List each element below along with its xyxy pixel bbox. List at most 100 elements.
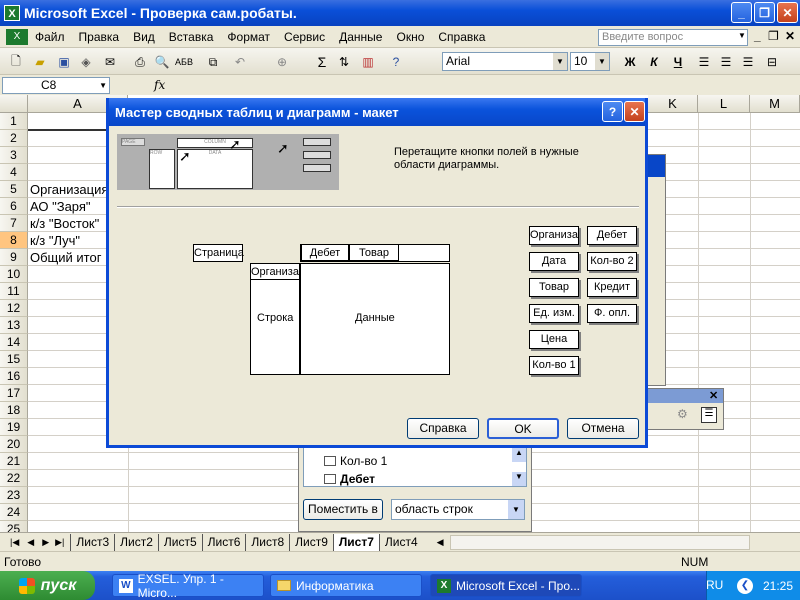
horizontal-scrollbar[interactable]	[449, 534, 750, 550]
data-drop-area[interactable]: Данные	[300, 263, 450, 375]
field-button-date[interactable]: Дата	[529, 252, 579, 271]
print-preview-icon[interactable]: 🔍	[152, 52, 172, 72]
field-list-icon[interactable]: ☰	[701, 407, 717, 423]
align-right-icon[interactable]: ☰	[738, 52, 758, 72]
corner-select-all[interactable]	[0, 95, 28, 113]
first-sheet-icon[interactable]: |◀	[10, 537, 19, 548]
cell-a7[interactable]: к/з "Восток"	[30, 215, 99, 232]
ok-button[interactable]: OK	[487, 418, 559, 439]
sheet-tab[interactable]: Лист7	[332, 533, 379, 551]
cell-a5[interactable]: Организация	[30, 181, 108, 198]
spelling-icon[interactable]: АБВ	[174, 52, 194, 72]
taskbar-item-active[interactable]: X Microsoft Excel - Про...	[430, 574, 582, 597]
chevron-left-icon[interactable]: ❮	[737, 577, 753, 594]
field-button-debit[interactable]: Дебет	[587, 226, 637, 245]
italic-button[interactable]: К	[644, 52, 664, 72]
excel-title-bar[interactable]: X Microsoft Excel - Проверка сам.робаты.	[0, 0, 800, 26]
dialog-title-bar[interactable]: Мастер сводных таблиц и диаграмм - макет	[109, 98, 645, 126]
taskbar-item[interactable]: Информатика	[270, 574, 422, 597]
field-button-payment-form[interactable]: Ф. опл.	[587, 304, 637, 323]
row-header[interactable]: 20	[0, 436, 28, 453]
row-header[interactable]: 8	[0, 232, 28, 249]
row-header[interactable]: 14	[0, 334, 28, 351]
row-header[interactable]: 7	[0, 215, 28, 232]
row-header[interactable]: 6	[0, 198, 28, 215]
menu-window[interactable]: Окно	[389, 30, 431, 44]
row-header[interactable]: 16	[0, 368, 28, 385]
row-header[interactable]: 15	[0, 351, 28, 368]
field-button-qty1[interactable]: Кол-во 1	[529, 356, 579, 375]
chevron-down-icon[interactable]: ▼	[99, 78, 107, 93]
place-to-button[interactable]: Поместить в	[303, 499, 383, 520]
chart-wizard-icon[interactable]: ▥	[358, 52, 378, 72]
help-icon[interactable]: ?	[386, 52, 406, 72]
row-header[interactable]: 4	[0, 164, 28, 181]
help-button[interactable]: Справка	[407, 418, 479, 439]
chevron-down-icon[interactable]: ▼	[595, 53, 609, 70]
field-button-organization[interactable]: Организация	[529, 226, 579, 245]
ask-dropdown-icon[interactable]: ▼	[738, 31, 746, 40]
dialog-help-button[interactable]: ?	[602, 101, 623, 122]
pivot-toolbar-panel[interactable]: ✕ ⚙ ☰	[640, 388, 724, 430]
language-indicator[interactable]: RU	[706, 578, 723, 592]
field-button-product[interactable]: Товар	[529, 278, 579, 297]
row-header[interactable]: 10	[0, 266, 28, 283]
autosum-icon[interactable]: Σ	[312, 52, 332, 72]
align-left-icon[interactable]: ☰	[694, 52, 714, 72]
chevron-down-icon[interactable]: ▼	[508, 500, 524, 519]
next-sheet-icon[interactable]: ▶	[42, 537, 49, 548]
save-icon[interactable]: ▣	[54, 52, 74, 72]
font-size-select[interactable]: 10 ▼	[570, 52, 610, 71]
sheet-tab[interactable]: Лист8	[245, 533, 289, 551]
row-header[interactable]: 12	[0, 300, 28, 317]
doc-minimize-icon[interactable]: _	[754, 29, 761, 43]
ask-question-input[interactable]: Введите вопрос	[598, 29, 748, 46]
field-list-item[interactable]: Кол-во 1	[324, 454, 387, 468]
bold-button[interactable]: Ж	[620, 52, 640, 72]
merge-center-icon[interactable]: ⊟	[762, 52, 782, 72]
row-field-organization[interactable]: Организация	[250, 263, 300, 280]
align-center-icon[interactable]: ☰	[716, 52, 736, 72]
row-header[interactable]: 21	[0, 453, 28, 470]
sheet-tab[interactable]: Лист2	[114, 533, 158, 551]
field-button-qty2[interactable]: Кол-во 2	[587, 252, 637, 271]
column-field-debet[interactable]: Дебет	[301, 244, 349, 261]
sheet-tab[interactable]: Лист4	[378, 533, 423, 551]
chevron-down-icon[interactable]: ▼	[553, 53, 567, 70]
clock[interactable]: 21:25	[763, 579, 793, 593]
row-header[interactable]: 13	[0, 317, 28, 334]
field-button-unit[interactable]: Ед. изм.	[529, 304, 579, 323]
row-header[interactable]: 23	[0, 487, 28, 504]
place-area-select[interactable]: область строк ▼	[391, 499, 525, 520]
menu-help[interactable]: Справка	[431, 30, 492, 44]
column-header-m[interactable]: M	[750, 95, 800, 113]
sheet-tab[interactable]: Лист6	[201, 533, 246, 551]
undo-icon[interactable]: ↶	[230, 52, 250, 72]
menu-data[interactable]: Данные	[332, 30, 389, 44]
menu-tools[interactable]: Сервис	[277, 30, 332, 44]
hscroll-left-icon[interactable]: ◀	[437, 537, 444, 548]
hyperlink-icon[interactable]: ⊕	[272, 52, 292, 72]
cell-a8[interactable]: к/з "Луч"	[30, 232, 80, 249]
column-header-k[interactable]: K	[648, 95, 698, 113]
sheet-tab[interactable]: Лист3	[70, 533, 114, 551]
open-folder-icon[interactable]: ▰	[30, 52, 50, 72]
print-icon[interactable]: ⎙	[130, 52, 150, 72]
dialog-close-button[interactable]: ✕	[624, 101, 645, 122]
menu-insert[interactable]: Вставка	[162, 30, 221, 44]
row-header[interactable]: 2	[0, 130, 28, 147]
scroll-down-icon[interactable]: ▼	[512, 472, 526, 486]
restore-button[interactable]: ❐	[754, 2, 775, 23]
copy-icon[interactable]: ⧉	[203, 52, 223, 72]
new-document-icon[interactable]: 🗋	[6, 52, 26, 72]
scroll-up-icon[interactable]: ▲	[512, 448, 526, 462]
sort-icon[interactable]: ⇅	[334, 52, 354, 72]
row-header[interactable]: 1	[0, 113, 28, 130]
start-button[interactable]: пуск	[0, 571, 95, 600]
row-header[interactable]: 17	[0, 385, 28, 402]
menu-file[interactable]: Файл	[28, 30, 72, 44]
row-header[interactable]: 3	[0, 147, 28, 164]
row-header[interactable]: 24	[0, 504, 28, 521]
field-list-box[interactable]: Кол-во 1 Дебет ▲ ▼	[303, 447, 527, 487]
page-drop-area[interactable]: Страница	[193, 244, 244, 262]
